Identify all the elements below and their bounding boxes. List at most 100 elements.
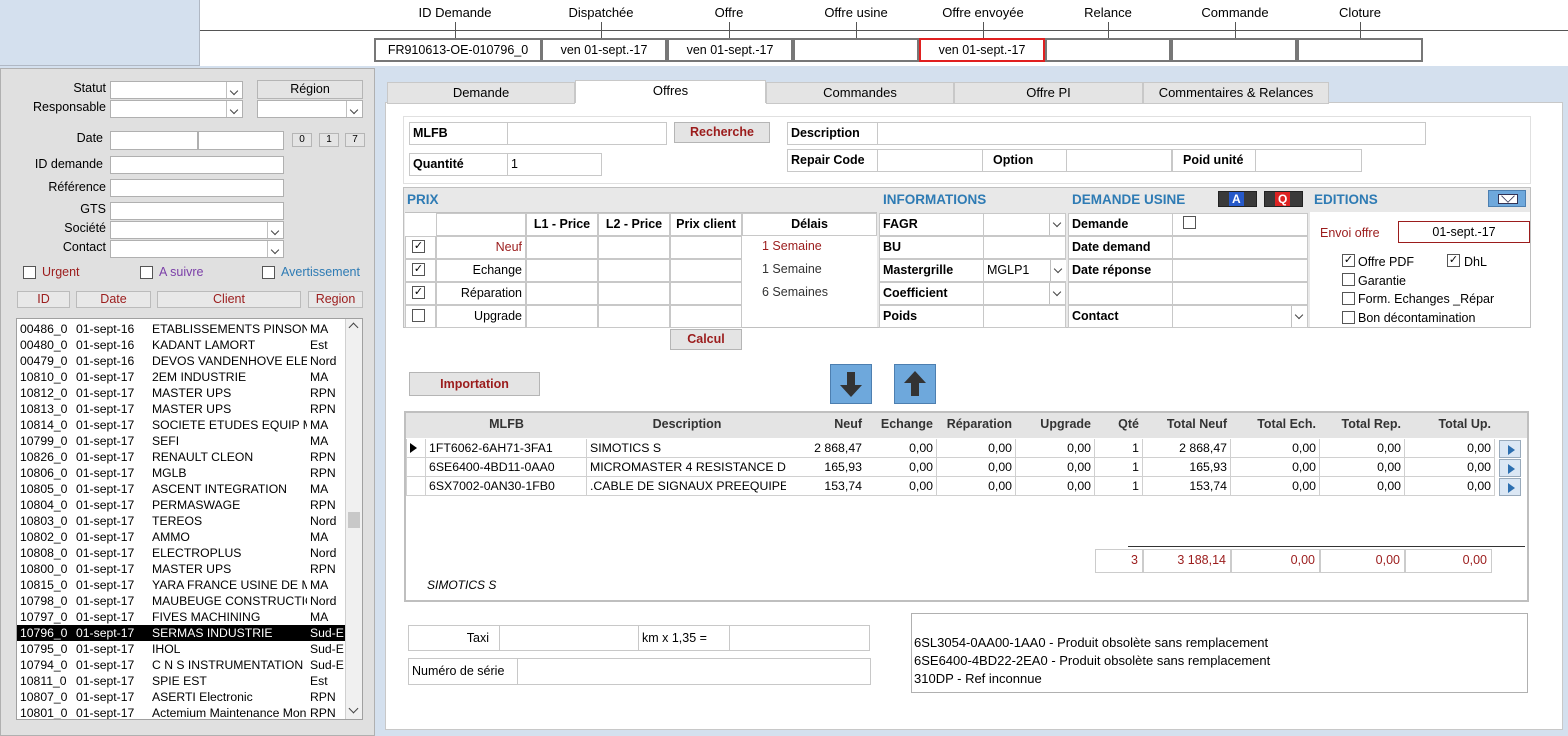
list-item[interactable]: 10803_0 01-sept-17 TEREOS Nord [17,513,345,529]
grid-cell[interactable]: 1FT6062-6AH71-3FA1 [426,439,587,458]
date-btn-7[interactable]: 7 [345,133,365,147]
grid-header-1[interactable]: Description [587,417,787,431]
list-item[interactable]: 10798_0 01-sept-17 MAUBEUGE CONSTRUCTIO … [17,593,345,609]
chevron-down-icon[interactable] [267,222,283,238]
societe-select[interactable] [110,221,284,239]
importation-button[interactable]: Importation [409,372,540,396]
list-item[interactable]: 10814_0 01-sept-17 SOCIETE ETUDES EQUIP … [17,417,345,433]
chevron-down-icon[interactable] [267,241,283,257]
grid-header-9[interactable]: Total Rep. [1320,417,1405,431]
prix-l1-input[interactable] [526,236,598,259]
grid-cell[interactable]: 0,00 [1231,458,1320,477]
grid-cell[interactable]: 6SX7002-0AN30-1FB0 [426,477,587,496]
chevron-down-icon[interactable] [1050,260,1066,281]
date-btn-1[interactable]: 1 [319,133,339,147]
dhl-checkbox[interactable]: ✓ [1447,254,1460,267]
grid-cell[interactable]: 0,00 [937,477,1016,496]
list-item[interactable]: 00480_0 01-sept-16 KADANT LAMORT Est [17,337,345,353]
list-item[interactable]: 10794_0 01-sept-17 C N S INSTRUMENTATION… [17,657,345,673]
prix-row-checkbox[interactable] [412,309,425,322]
grid-cell[interactable]: 0,00 [937,439,1016,458]
grid-cell[interactable]: 0,00 [1405,458,1495,477]
list-item[interactable]: 10799_0 01-sept-17 SEFI MA [17,433,345,449]
grid-cell[interactable]: 1 [1095,439,1143,458]
grid-cell[interactable]: 153,74 [1143,477,1231,496]
grid-cell[interactable]: 0,00 [1016,477,1095,496]
list-item[interactable]: 10815_0 01-sept-17 YARA FRANCE USINE DE … [17,577,345,593]
prix-row-checkbox[interactable]: ✓ [412,240,425,253]
bon-decontamination-checkbox[interactable] [1342,311,1355,324]
chevron-down-icon[interactable] [226,82,242,98]
list-item[interactable]: 00479_0 01-sept-16 DEVOS VANDENHOVE ELE … [17,353,345,369]
prix-client-input[interactable] [670,305,742,328]
scroll-down-icon[interactable] [348,703,359,714]
id-demande-input[interactable] [110,156,284,174]
row-selector[interactable] [406,458,426,477]
grid-cell[interactable]: 0,00 [937,458,1016,477]
fagr-select[interactable] [983,213,1066,236]
row-selector[interactable] [406,439,426,458]
tab-3[interactable]: Offre PI [954,82,1143,104]
prix-l2-input[interactable] [598,259,670,282]
responsable-select[interactable] [110,100,243,118]
grid-header-2[interactable]: Neuf [786,417,866,431]
list-item[interactable]: 10807_0 01-sept-17 ASERTI Electronic RPN [17,689,345,705]
recherche-button[interactable]: Recherche [674,122,770,143]
prix-l1-input[interactable] [526,282,598,305]
grid-header-8[interactable]: Total Ech. [1231,417,1320,431]
mail-a-button[interactable]: A [1218,191,1257,207]
row-play-icon[interactable] [1499,478,1521,496]
mlfb-input[interactable] [507,122,667,145]
list-header-id[interactable]: ID [17,291,70,308]
prix-client-input[interactable] [670,236,742,259]
tab-4[interactable]: Commentaires & Relances [1143,82,1329,104]
region-button[interactable]: Région [257,80,363,99]
grid-cell[interactable]: .CABLE DE SIGNAUX PREEQUIPE 1 [587,477,787,496]
list-item[interactable]: 10811_0 01-sept-17 SPIE EST Est [17,673,345,689]
prix-client-input[interactable] [670,259,742,282]
usine-contact-select[interactable] [1172,305,1308,328]
chevron-down-icon[interactable] [1291,306,1307,327]
coefficient-select[interactable] [983,282,1066,305]
grid-cell[interactable]: 6SE6400-4BD11-0AA0 [426,458,587,477]
grid-header-0[interactable]: MLFB [426,417,587,431]
demande-list[interactable]: 00486_0 01-sept-16 ETABLISSEMENTS PINSON… [16,318,363,720]
chevron-down-icon[interactable] [346,101,362,117]
grid-cell[interactable]: 0,00 [865,477,937,496]
taxi-input[interactable] [499,625,639,651]
grid-cell[interactable]: 0,00 [1016,458,1095,477]
prix-l1-input[interactable] [526,259,598,282]
grid-cell[interactable]: 0,00 [1405,477,1495,496]
date-to-input[interactable] [198,131,284,150]
mail-q-button[interactable]: Q [1264,191,1303,207]
list-item[interactable]: 10826_0 01-sept-17 RENAULT CLEON RPN [17,449,345,465]
notes-box[interactable]: 6SL3054-0AA00-1AA0 - Produit obsolète sa… [911,613,1528,693]
list-item[interactable]: 10813_0 01-sept-17 MASTER UPS RPN [17,401,345,417]
grid-header-3[interactable]: Echange [865,417,937,431]
tab-1[interactable]: Offres [575,80,766,103]
prix-client-input[interactable] [670,282,742,305]
date-reponse-input[interactable] [1172,259,1308,282]
grid-cell[interactable]: 0,00 [865,458,937,477]
a-suivre-checkbox[interactable] [140,266,153,279]
poids-input[interactable] [983,305,1066,328]
row-selector[interactable] [406,477,426,496]
grid-cell[interactable]: 1 [1095,458,1143,477]
list-item[interactable]: 10805_0 01-sept-17 ASCENT INTEGRATION MA [17,481,345,497]
avertissement-checkbox[interactable] [262,266,275,279]
list-item[interactable]: 10795_0 01-sept-17 IHOL Sud-E [17,641,345,657]
list-item[interactable]: 10808_0 01-sept-17 ELECTROPLUS Nord [17,545,345,561]
reference-input[interactable] [110,179,284,197]
envelope-icon[interactable] [1488,189,1526,207]
grid-cell[interactable]: 0,00 [1016,439,1095,458]
prix-l2-input[interactable] [598,282,670,305]
grid-header-10[interactable]: Total Up. [1405,417,1495,431]
numero-serie-input[interactable] [517,658,871,685]
urgent-checkbox[interactable] [23,266,36,279]
grid-cell[interactable]: 0,00 [1405,439,1495,458]
chevron-down-icon[interactable] [1049,283,1065,304]
list-item[interactable]: 10801_0 01-sept-17 Actemium Maintenance … [17,705,345,719]
offre-pdf-checkbox[interactable]: ✓ [1342,254,1355,267]
list-item[interactable]: 10810_0 01-sept-17 2EM INDUSTRIE MA [17,369,345,385]
arrow-down-button[interactable] [830,364,872,404]
